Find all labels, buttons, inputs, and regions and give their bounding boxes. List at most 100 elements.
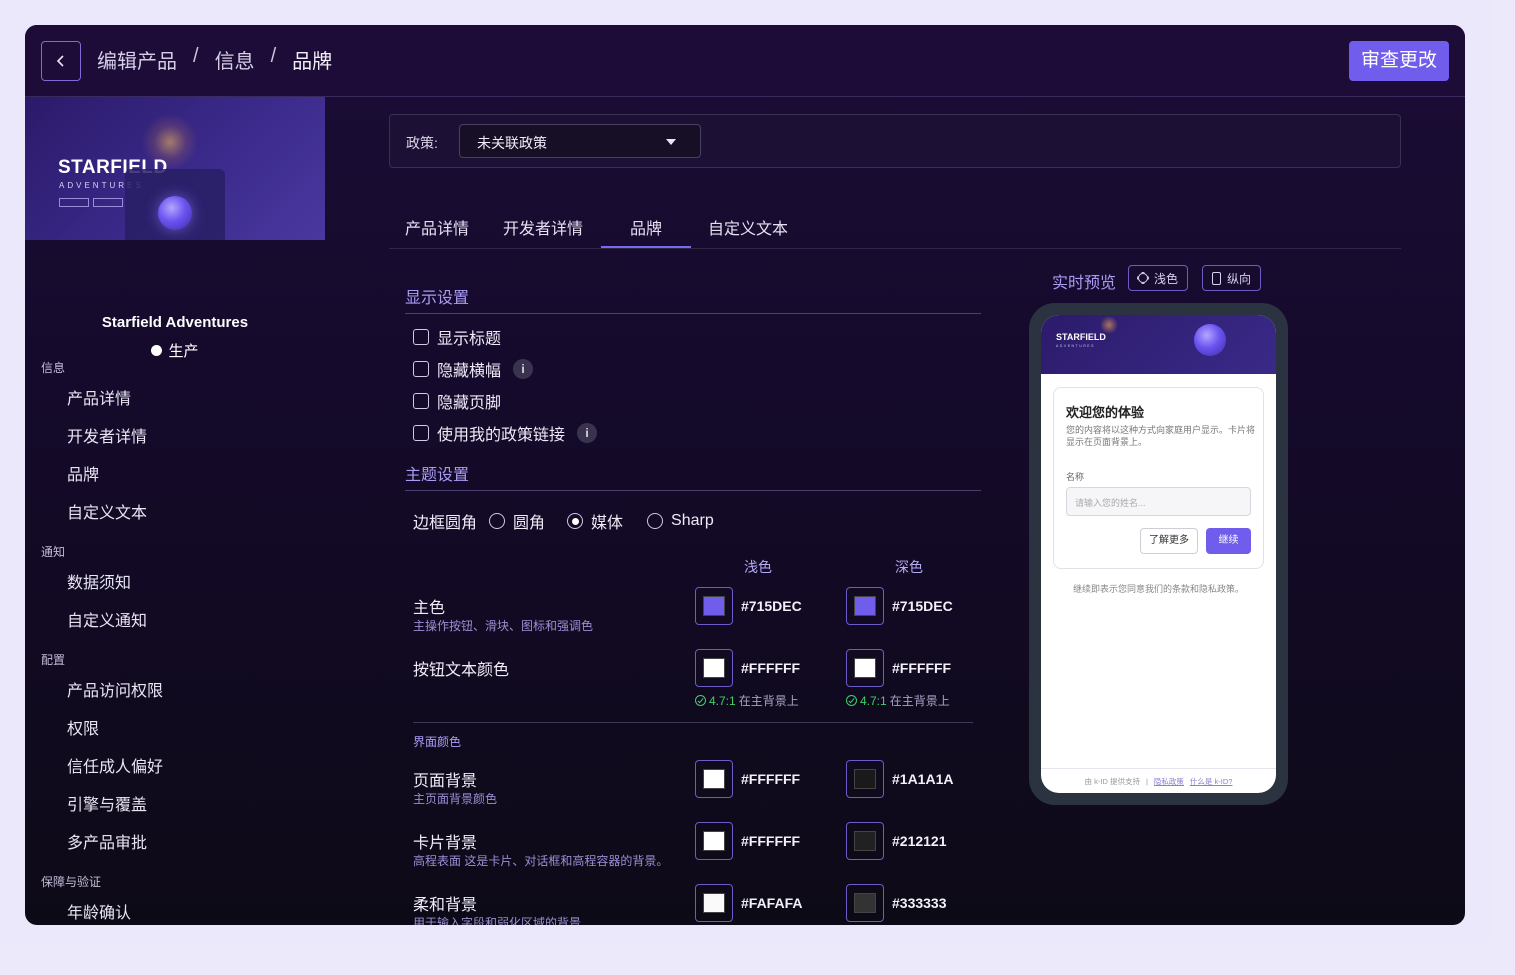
sidebar-item-custom-text[interactable]: 自定义文本 [67,499,147,523]
sidebar-item-product-access[interactable]: 产品访问权限 [67,677,163,701]
page-bg-dark-hex[interactable]: #1A1A1A [892,771,953,787]
column-header-light: 浅色 [744,559,772,575]
radio-rounded[interactable] [489,513,506,529]
section-divider [405,490,981,491]
muted-bg-dark-swatch[interactable] [846,884,884,922]
breadcrumb-info[interactable]: 信息 [215,45,255,74]
radio-label: Sharp [671,512,714,529]
contrast-indicator: 4.7:1 在主背景上 [846,692,950,709]
breadcrumb-brand: 品牌 [292,51,333,73]
button-text-dark-hex[interactable]: #FFFFFF [892,660,951,676]
policy-selected-value: 未关联政策 [477,135,547,151]
orientation-button[interactable]: 纵向 [1202,265,1262,291]
theme-settings-title: 主题设置 [405,467,470,484]
card-bg-dark-hex[interactable]: #212121 [892,833,947,849]
radio-sharp[interactable] [647,513,664,529]
back-button[interactable] [41,41,81,81]
preview-footer: 由 k-ID 提供支持 | 隐私政策 什么是 k-ID? [1041,768,1276,793]
sidebar-item-data-notice[interactable]: 数据须知 [67,569,131,593]
contrast-ratio: 4.7:1 [860,693,887,708]
banner-buttons [59,198,123,207]
button-text-light-swatch[interactable] [695,649,733,687]
check-circle-icon [695,695,706,706]
sidebar-item-multi-product[interactable]: 多产品审批 [67,829,147,853]
page-bg-light-swatch[interactable] [695,760,733,798]
button-text-light-hex[interactable]: #FFFFFF [741,660,800,676]
muted-bg-light-hex[interactable]: #FAFAFA [741,895,802,911]
sidebar: STARFIELD ADVENTURES Starfield Adventure… [25,97,325,925]
product-banner: STARFIELD ADVENTURES [25,97,325,240]
sidebar-item-brand[interactable]: 品牌 [67,461,99,485]
status-label: 生产 [168,343,199,360]
status-dot-icon [151,345,163,356]
top-header: 编辑产品 / 信息 / 品牌 审查更改 [25,25,1465,97]
radio-medium[interactable] [567,513,584,529]
policy-select[interactable]: 未关联政策 [459,124,701,158]
checkbox-hide-banner[interactable] [413,361,429,377]
card-bg-light-swatch[interactable] [695,822,733,860]
info-icon[interactable]: i [513,359,534,379]
breadcrumb-separator: / [193,45,199,67]
sidebar-item-age-confirm[interactable]: 年龄确认 [67,899,131,923]
sidebar-item-product-details[interactable]: 产品详情 [67,385,131,409]
primary-dark-hex[interactable]: #715DEC [892,598,953,614]
preview-field-label: 名称 [1066,472,1085,482]
tab-developer-details[interactable]: 开发者详情 [503,215,583,239]
card-bg-light-hex[interactable]: #FFFFFF [741,833,800,849]
tab-product-details[interactable]: 产品详情 [405,215,469,239]
primary-light-swatch[interactable] [695,587,733,625]
checkbox-label: 隐藏横幅 [437,363,502,380]
primary-color-label: 主色 [413,600,446,617]
theme-mode-button[interactable]: 浅色 [1128,265,1189,291]
app-window: 编辑产品 / 信息 / 品牌 审查更改 STARFIELD ADVENTURES… [25,25,1465,925]
surface-colors-title: 界面颜色 [413,735,462,749]
muted-bg-light-swatch[interactable] [695,884,733,922]
live-preview-title: 实时预览 [1052,275,1117,292]
footer-separator: | [1145,776,1148,786]
footer-what-is-kid-link[interactable]: 什么是 k-ID? [1190,776,1233,787]
phone-icon [1212,271,1221,285]
card-bg-dark-swatch[interactable] [846,822,884,860]
sidebar-item-permissions[interactable]: 权限 [67,715,99,739]
checkbox-hide-footer[interactable] [413,393,429,409]
review-changes-button[interactable]: 审查更改 [1348,41,1449,81]
status-badge: 生产 [25,340,325,361]
policy-label: 政策: [406,135,438,151]
breadcrumb-separator: / [270,45,277,67]
tab-custom-text[interactable]: 自定义文本 [708,215,788,239]
phone-preview: STARFIELD ADVENTURES 欢迎您的体验 您的内容将以这种方式向家… [1029,303,1288,805]
primary-dark-swatch[interactable] [846,587,884,625]
info-icon[interactable]: i [577,423,598,443]
button-text-dark-swatch[interactable] [846,649,884,687]
checkbox-show-title[interactable] [413,329,429,345]
theme-mode-label: 浅色 [1154,271,1179,286]
policy-bar: 政策: 未关联政策 [389,114,1401,168]
contrast-note: 在主背景上 [738,694,799,708]
breadcrumb-edit-product[interactable]: 编辑产品 [97,45,177,74]
checkbox-policy-link[interactable] [413,425,429,441]
section-divider [405,313,981,314]
page-bg-light-hex[interactable]: #FFFFFF [741,771,800,787]
sidebar-item-trusted-adult[interactable]: 信任成人偏好 [67,753,163,777]
contrast-note: 在主背景上 [889,694,950,708]
planet-image [1194,324,1226,356]
chevron-left-icon [56,55,64,67]
muted-bg-dark-hex[interactable]: #333333 [892,895,947,911]
footer-privacy-link[interactable]: 隐私政策 [1154,776,1184,787]
checkbox-label: 隐藏页脚 [437,395,502,412]
sidebar-item-custom-notice[interactable]: 自定义通知 [67,607,147,631]
card-bg-label: 卡片背景 [413,835,478,852]
sidebar-item-engine-overrides[interactable]: 引擎与覆盖 [67,791,147,815]
primary-light-hex[interactable]: #715DEC [741,598,802,614]
orientation-label: 纵向 [1227,271,1252,286]
preview-name-input[interactable]: 请输入您的姓名... [1066,487,1251,516]
checkbox-show-title-row: 显示标题 [413,325,501,349]
sidebar-item-developer-details[interactable]: 开发者详情 [67,423,147,447]
border-radius-label: 边框圆角 [413,515,478,532]
tab-brand[interactable]: 品牌 [630,215,662,239]
preview-banner: STARFIELD ADVENTURES [1041,315,1276,374]
preview-continue-button[interactable]: 继续 [1206,528,1251,554]
page-bg-dark-swatch[interactable] [846,760,884,798]
preview-learn-more-button[interactable]: 了解更多 [1140,528,1198,554]
tab-bar: 产品详情 开发者详情 品牌 自定义文本 [389,203,1401,249]
